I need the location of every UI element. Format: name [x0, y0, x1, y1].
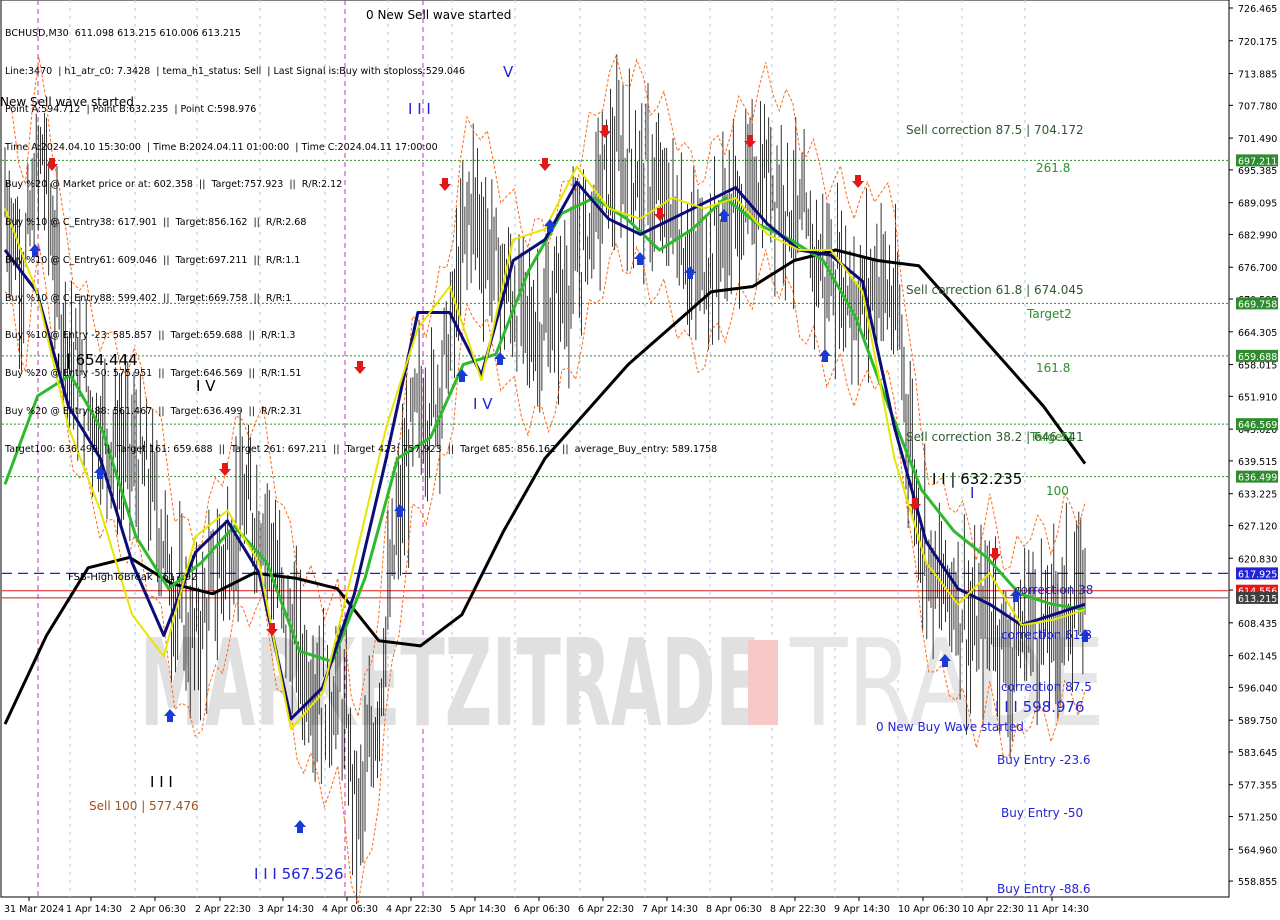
info-line: Time A:2024.04.10 15:30:00 | Time B:2024… — [5, 141, 438, 153]
x-tick-label: 8 Apr 22:30 — [770, 904, 826, 915]
y-tick-label: 558.855 — [1238, 877, 1277, 888]
info-line: Buy %20 @ Entry -50: 575.951 || Target:6… — [5, 368, 302, 380]
x-tick-label: 5 Apr 14:30 — [450, 904, 506, 915]
sell-correction-61: Sell correction 61.8 | 674.045 — [906, 283, 1084, 297]
price-tag-label: 659.688 — [1238, 352, 1277, 363]
sell-arrow-icon — [989, 548, 1001, 561]
buy-arrow-icon — [819, 349, 831, 362]
new-buy-label: 0 New Buy Wave started — [876, 720, 1024, 734]
wave-label-iii: I I I — [150, 773, 173, 791]
x-tick-label: 4 Apr 22:30 — [386, 904, 442, 915]
y-tick-label: 676.700 — [1238, 263, 1277, 274]
info-line: Buy %10 @ C_Entry38: 617.901 || Target:8… — [5, 217, 307, 229]
info-line: Buy %20 @ Market price or at: 602.358 ||… — [5, 179, 343, 191]
y-tick-label: 701.490 — [1238, 134, 1277, 145]
y-tick-label: 589.750 — [1238, 716, 1277, 727]
x-tick-label: 31 Mar 2024 — [4, 904, 64, 915]
y-tick-label: 620.830 — [1238, 554, 1277, 565]
buy-entry-50: Buy Entry -50 — [1001, 806, 1083, 820]
price-tags: 697.211 669.758 659.688 646.569 636.499 617.9… — [1236, 154, 1278, 605]
indicator-info-panel: BCHUSD,M30 611.098 613.215 610.006 613.2… — [5, 3, 717, 469]
price-tag-label: 613.215 — [1238, 594, 1277, 605]
watermark-text: MARKETZITRADE — [140, 615, 760, 754]
y-tick-label: 627.120 — [1238, 521, 1277, 532]
y-tick-label: 695.385 — [1238, 166, 1277, 177]
correction-38-label: correction 38 — [1014, 583, 1093, 597]
info-line: Buy %10 @ C_Entry88: 599.402 || Target:6… — [5, 292, 292, 304]
price-tag-label: 636.499 — [1238, 473, 1277, 484]
info-line: Buy %20 @ Entry -88: 561.467 || Target:6… — [5, 406, 302, 417]
correction-87-label: correction 87.5 — [1001, 680, 1092, 694]
x-tick-label: 2 Apr 22:30 — [195, 904, 251, 915]
wave-label-632: I I | 632.235 — [932, 470, 1022, 488]
info-line: Target100: 636.499 || Target 161: 659.68… — [5, 443, 718, 455]
watermark-accent — [748, 640, 778, 725]
y-tick-label: 726.465 — [1238, 4, 1277, 15]
x-tick-label: 1 Apr 14:30 — [66, 904, 122, 915]
x-tick-label: 4 Apr 06:30 — [322, 904, 378, 915]
price-axis[interactable]: 726.465 720.175 713.885 707.780 701.490 695.3… — [1229, 4, 1277, 888]
level-161: 161.8 — [1036, 361, 1070, 375]
y-tick-label: 651.910 — [1238, 392, 1277, 403]
level-target2: Target2 — [1026, 307, 1072, 321]
y-tick-label: 608.435 — [1238, 619, 1277, 630]
time-axis[interactable]: 31 Mar 2024 1 Apr 14:30 2 Apr 06:30 2 Apr 2… — [4, 897, 1089, 915]
x-tick-label: 8 Apr 06:30 — [706, 904, 762, 915]
x-tick-label: 3 Apr 14:30 — [258, 904, 314, 915]
y-tick-label: 577.355 — [1238, 781, 1277, 792]
watermark: MARKETZITRADE TRADE — [140, 615, 1105, 754]
price-tag-label: 697.211 — [1238, 156, 1277, 167]
x-tick-label: 11 Apr 14:30 — [1027, 904, 1089, 915]
price-tag-label: 669.758 — [1238, 299, 1277, 310]
x-tick-label: 7 Apr 14:30 — [642, 904, 698, 915]
sell-100-label: Sell 100 | 577.476 — [89, 799, 199, 813]
level-100: 100 — [1046, 484, 1069, 498]
y-tick-label: 633.225 — [1238, 490, 1277, 501]
info-line: Buy %10 @ Entry -23: 585.857 || Target:6… — [5, 330, 296, 342]
buy-arrow-icon — [294, 820, 306, 833]
y-tick-label: 713.885 — [1238, 70, 1277, 81]
buy-arrow-icon — [718, 209, 730, 222]
y-tick-label: 689.095 — [1238, 199, 1277, 210]
x-tick-label: 6 Apr 06:30 — [514, 904, 570, 915]
wave-label-567: I I I 567.526 — [254, 865, 344, 883]
buy-entry-88: Buy Entry -88.6 — [997, 882, 1091, 896]
buy-entry-23: Buy Entry -23.6 — [997, 753, 1091, 767]
price-tag-label: 646.569 — [1238, 420, 1277, 431]
fsb-label: FSB-HighToBreak | 617.92 — [68, 572, 197, 583]
y-tick-label: 639.515 — [1238, 457, 1277, 468]
y-tick-label: 720.175 — [1238, 37, 1277, 48]
level-target1: Target1 — [1029, 430, 1075, 444]
y-tick-label: 682.990 — [1238, 230, 1277, 241]
info-line: Buy %10 @ C_Entry61: 609.046 || Target:6… — [5, 254, 301, 266]
info-line: BCHUSD,M30 611.098 613.215 610.006 613.2… — [5, 28, 241, 40]
y-tick-label: 602.145 — [1238, 652, 1277, 663]
level-261: 261.8 — [1036, 161, 1070, 175]
correction-61-label: correction 61.8 — [1001, 628, 1092, 642]
y-tick-label: 571.250 — [1238, 813, 1277, 824]
wave-label-598: I I I 598.976 — [995, 698, 1085, 716]
y-tick-label: 583.645 — [1238, 748, 1277, 759]
info-line: Point A:594.712 | Point B:632.235 | Poin… — [5, 103, 257, 115]
x-tick-label: 6 Apr 22:30 — [578, 904, 634, 915]
y-tick-label: 596.040 — [1238, 683, 1277, 694]
y-tick-label: 664.305 — [1238, 328, 1277, 339]
x-tick-label: 10 Apr 06:30 — [898, 904, 960, 915]
x-tick-label: 9 Apr 14:30 — [834, 904, 890, 915]
info-line: Line:3470 | h1_atr_c0: 7.3428 | tema_h1_… — [5, 65, 465, 77]
y-tick-label: 707.780 — [1238, 101, 1277, 112]
x-tick-label: 10 Apr 22:30 — [962, 904, 1024, 915]
price-tag-label: 617.925 — [1238, 569, 1277, 580]
y-tick-label: 564.960 — [1238, 845, 1277, 856]
sell-arrow-icon — [852, 175, 864, 188]
sell-correction-87: Sell correction 87.5 | 704.172 — [906, 123, 1084, 137]
x-tick-label: 2 Apr 06:30 — [130, 904, 186, 915]
